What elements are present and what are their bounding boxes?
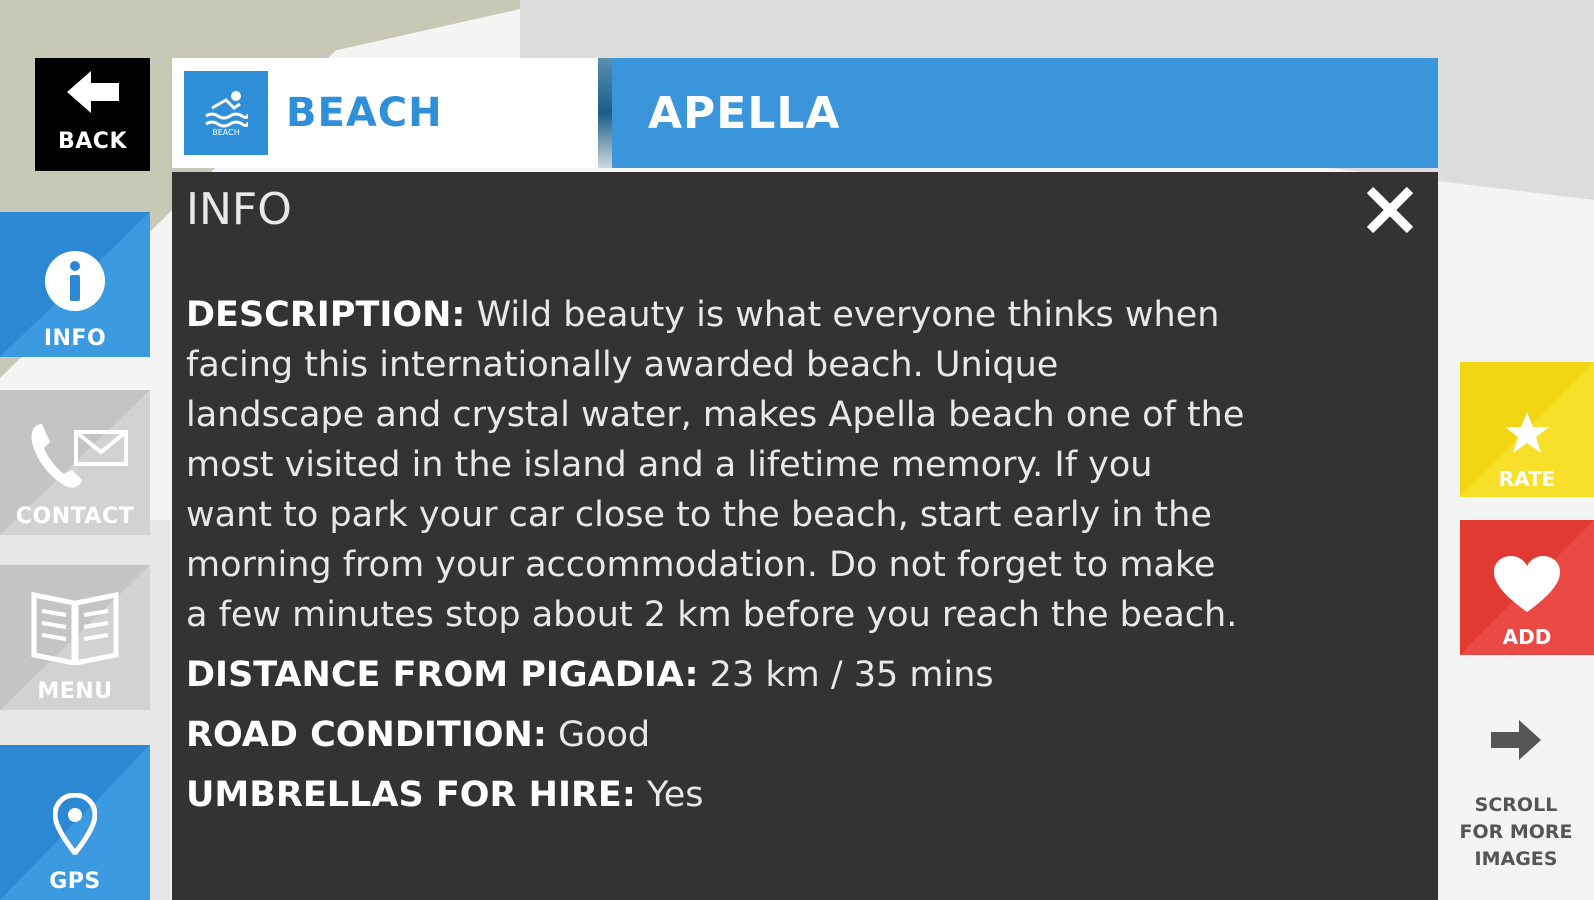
- road-condition-value: Good: [557, 715, 651, 755]
- phone-mail-icon: [20, 420, 130, 496]
- description-text: Wild beauty is what everyone thinks when…: [186, 295, 1245, 635]
- scroll-hint[interactable]: SCROLL FOR MORE IMAGES: [1452, 718, 1580, 873]
- contact-button[interactable]: CONTACT: [0, 390, 150, 535]
- umbrellas-row: UMBRELLAS FOR HIRE: Yes: [186, 770, 1246, 820]
- menu-label: MENU: [37, 679, 113, 704]
- add-label: ADD: [1502, 625, 1552, 649]
- info-button[interactable]: INFO: [0, 212, 150, 357]
- umbrellas-label: UMBRELLAS FOR HIRE:: [186, 775, 636, 815]
- panel-title: INFO: [186, 184, 292, 235]
- back-label: BACK: [58, 129, 127, 154]
- category-header: BEACH BEACH: [172, 58, 612, 168]
- menu-button[interactable]: MENU: [0, 565, 150, 710]
- add-favorite-button[interactable]: ADD: [1460, 520, 1594, 655]
- info-panel: INFO DESCRIPTION: Wild beauty is what ev…: [172, 172, 1438, 900]
- contact-label: CONTACT: [15, 504, 135, 529]
- rate-button[interactable]: RATE: [1460, 362, 1594, 497]
- gps-label: GPS: [49, 869, 101, 894]
- back-button[interactable]: BACK: [35, 58, 150, 171]
- distance-row: DISTANCE FROM PIGADIA: 23 km / 35 mins: [186, 650, 1246, 700]
- gps-button[interactable]: GPS: [0, 745, 150, 900]
- info-content: DESCRIPTION: Wild beauty is what everyon…: [186, 290, 1246, 830]
- description-row: DESCRIPTION: Wild beauty is what everyon…: [186, 290, 1246, 640]
- image-strip: [598, 58, 612, 168]
- close-icon: [1366, 186, 1414, 234]
- scroll-hint-label: SCROLL FOR MORE IMAGES: [1459, 794, 1573, 870]
- newspaper-menu-icon: [30, 585, 120, 671]
- category-label: BEACH: [286, 90, 443, 136]
- description-label: DESCRIPTION:: [186, 295, 466, 335]
- map-pin-icon: [52, 792, 98, 861]
- category-icon-caption: BEACH: [212, 127, 240, 137]
- arrow-right-icon: [1489, 718, 1543, 770]
- road-condition-row: ROAD CONDITION: Good: [186, 710, 1246, 760]
- close-button[interactable]: [1360, 180, 1420, 240]
- place-name-bar: APELLA: [598, 58, 1438, 168]
- distance-value: 23 km / 35 mins: [709, 655, 994, 695]
- rate-label: RATE: [1498, 467, 1556, 491]
- info-icon: [44, 250, 106, 318]
- road-condition-label: ROAD CONDITION:: [186, 715, 547, 755]
- swimmer-icon: BEACH: [184, 71, 268, 155]
- umbrellas-value: Yes: [646, 775, 704, 815]
- heart-icon: [1492, 554, 1562, 619]
- star-icon: [1503, 410, 1551, 461]
- distance-label: DISTANCE FROM PIGADIA:: [186, 655, 699, 695]
- place-name: APELLA: [648, 87, 841, 139]
- arrow-left-icon: [65, 69, 121, 121]
- info-label: INFO: [43, 326, 107, 351]
